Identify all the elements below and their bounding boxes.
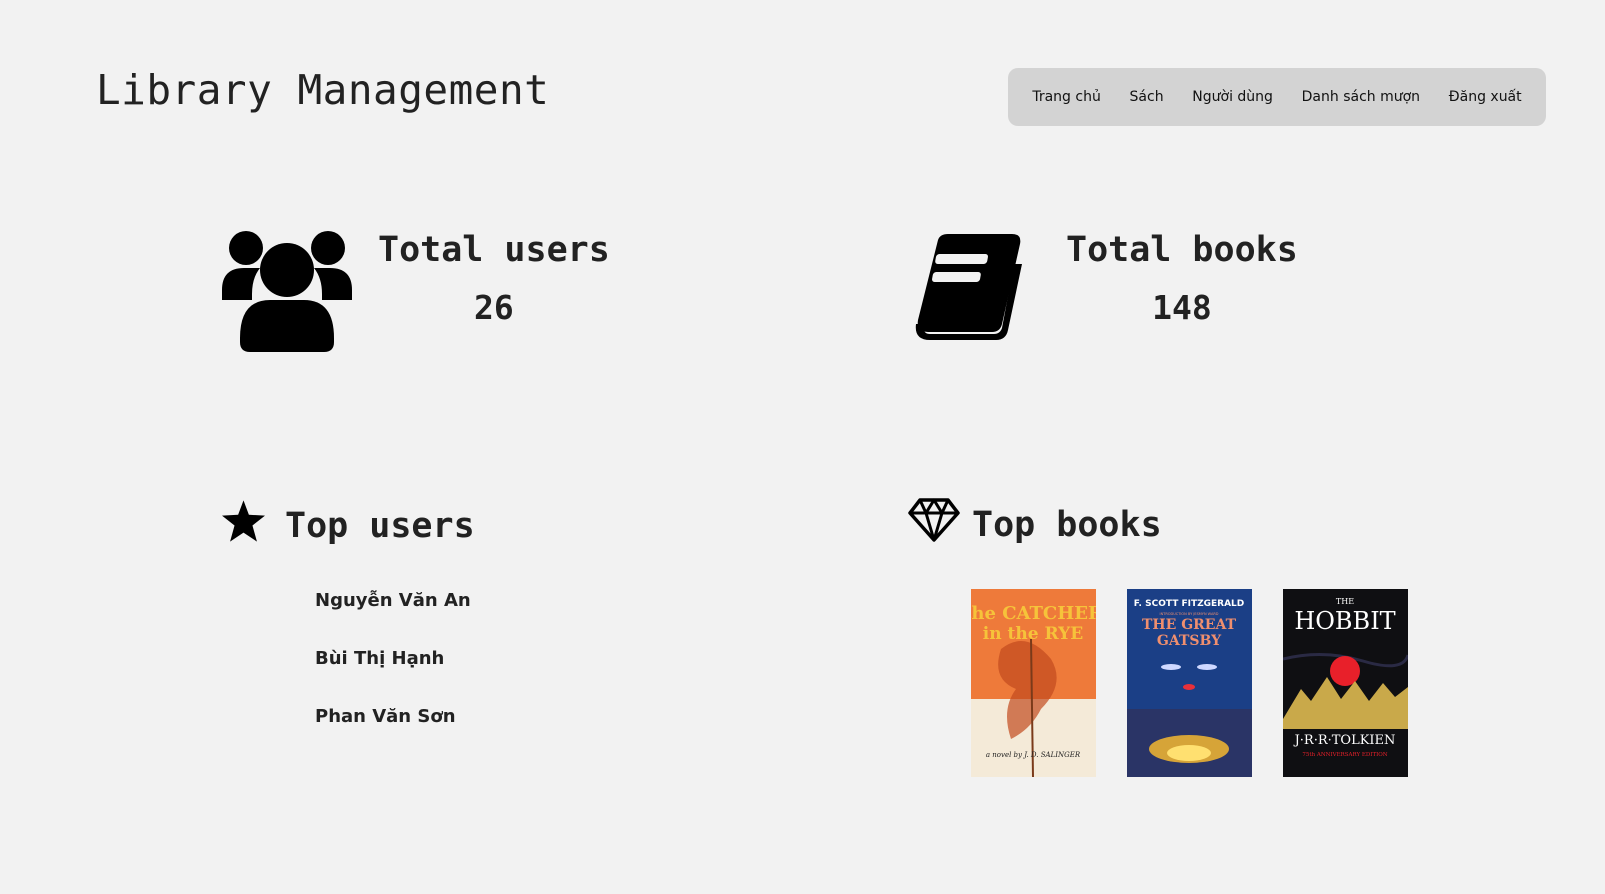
- nav-home-link[interactable]: Trang chủ: [1032, 89, 1100, 105]
- star-icon: [222, 500, 265, 551]
- cover-title-small: THE: [1336, 597, 1354, 606]
- top-users-list: Nguyễn Văn An Bùi Thị Hạnh Phan Văn Sơn: [315, 590, 471, 764]
- cover-title-line1: THE GREAT: [1142, 617, 1237, 633]
- users-icon: [222, 228, 352, 357]
- cover-edition: 75th ANNIVERSARY EDITION: [1302, 752, 1387, 758]
- book-cover-great-gatsby[interactable]: F. SCOTT FITZGERALD INTRODUCTION BY JESM…: [1127, 589, 1252, 777]
- book-icon: [910, 234, 1022, 347]
- top-user-item[interactable]: Nguyễn Văn An: [315, 590, 471, 648]
- total-books-value: 148: [1152, 288, 1212, 327]
- top-users-heading: Top users: [222, 500, 475, 551]
- cover-title-line1: the CATCHER: [971, 603, 1096, 624]
- cover-title-line2: GATSBY: [1157, 633, 1222, 649]
- cover-author: a novel by J. D. SALINGER: [986, 751, 1081, 759]
- cover-title-line1: HOBBIT: [1294, 607, 1395, 635]
- nav-logout-link[interactable]: Đăng xuất: [1449, 89, 1522, 105]
- top-user-item[interactable]: Bùi Thị Hạnh: [315, 648, 471, 706]
- total-users-stat: Total users 26: [222, 228, 610, 357]
- app-title: Library Management: [96, 66, 550, 114]
- nav-books-link[interactable]: Sách: [1130, 89, 1164, 105]
- navbar: Trang chủ Sách Người dùng Danh sách mượn…: [1008, 68, 1546, 126]
- top-books-title: Top books: [972, 504, 1162, 545]
- total-books-stat: Total books 148: [910, 230, 1298, 347]
- cover-subtitle: INTRODUCTION BY JESMYN WARD: [1160, 612, 1219, 616]
- total-users-value: 26: [474, 288, 514, 327]
- diamond-icon: [908, 498, 960, 551]
- total-books-label: Total books: [1066, 230, 1298, 270]
- cover-author: F. SCOTT FITZGERALD: [1134, 599, 1245, 609]
- cover-sun: [1330, 656, 1360, 686]
- total-users-label: Total users: [378, 230, 610, 270]
- top-books-covers: the CATCHER in the RYE a novel by J. D. …: [971, 589, 1408, 777]
- top-users-title: Top users: [285, 505, 475, 546]
- book-cover-hobbit[interactable]: THE HOBBIT J·R·R·TOLKIEN 75th ANNIVERSAR…: [1283, 589, 1408, 777]
- cover-author: J·R·R·TOLKIEN: [1293, 733, 1396, 748]
- nav-users-link[interactable]: Người dùng: [1192, 89, 1273, 105]
- nav-borrow-list-link[interactable]: Danh sách mượn: [1302, 89, 1420, 105]
- top-books-heading: Top books: [908, 498, 1162, 551]
- cover-title-line2: in the RYE: [983, 624, 1083, 644]
- book-cover-catcher-in-the-rye[interactable]: the CATCHER in the RYE a novel by J. D. …: [971, 589, 1096, 777]
- top-user-item[interactable]: Phan Văn Sơn: [315, 706, 471, 764]
